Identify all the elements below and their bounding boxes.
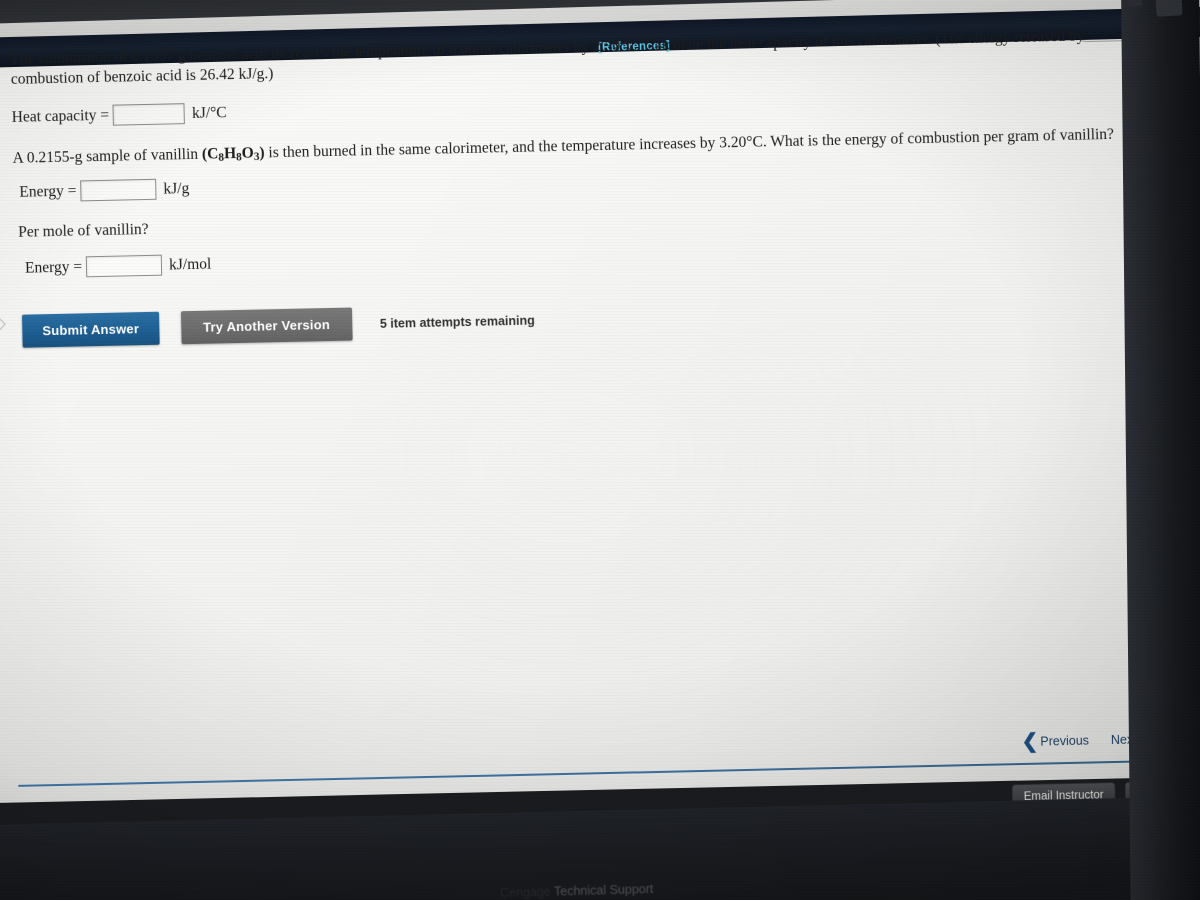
try-another-version-button[interactable]: Try Another Version [180,307,353,345]
assignment-content: The combustion of 0.1557 g benzoic acid … [0,0,1200,900]
energy-per-mole-label: Energy = [24,257,83,277]
energy-per-gram-answer-row: Energy = kJ/g [19,178,189,203]
question-part2-suffix: is then burned in the same calorimeter, … [268,125,1115,162]
question-part3-text: Per mole of vanillin? [18,220,149,241]
heat-capacity-label: Heat capacity = [11,106,110,126]
energy-per-gram-unit: kJ/g [163,179,190,198]
energy-per-gram-input[interactable] [80,178,157,202]
technical-support-prefix: Cengage [499,884,551,900]
energy-per-mole-unit: kJ/mol [168,255,212,273]
attempts-remaining-label: 5 item attempts remaining [379,313,535,331]
bezel-nub-secondary [1127,0,1143,7]
technical-support-label: Technical Support [553,881,654,899]
energy-per-mole-answer-row: Energy = kJ/mol [25,254,212,279]
bezel-nub [1155,0,1183,17]
chevron-left-icon: ❮ [1021,730,1039,754]
submit-answer-button[interactable]: Submit Answer [22,311,160,348]
action-button-row: Submit Answer Try Another Version 5 item… [22,304,535,348]
heat-capacity-unit: kJ/°C [191,103,227,122]
question-part2-text: A 0.2155-g sample of vanillin (C8H8O3) i… [12,124,1152,170]
heat-capacity-answer-row: Heat capacity = kJ/°C [11,102,227,128]
monitor-photo: tivity.do?locator=assignment-take ✓ ♟ [0,0,1200,900]
energy-per-mole-input[interactable] [85,254,163,278]
previous-label: Previous [1040,733,1090,749]
question-part2-prefix: A 0.2155-g sample of vanillin [12,145,199,167]
energy-per-gram-label: Energy = [19,182,77,201]
vanillin-formula: (C8H8O3) [201,144,269,164]
previous-button[interactable]: ❮ Previous [1021,730,1090,754]
sidebar-collapse-arrow-icon[interactable] [0,314,10,334]
heat-capacity-input[interactable] [112,103,186,126]
footer-divider [18,759,1169,787]
question-part1-text: The combustion of 0.1557 g benzoic acid … [10,27,1085,89]
monitor-bezel-right [1120,0,1200,900]
